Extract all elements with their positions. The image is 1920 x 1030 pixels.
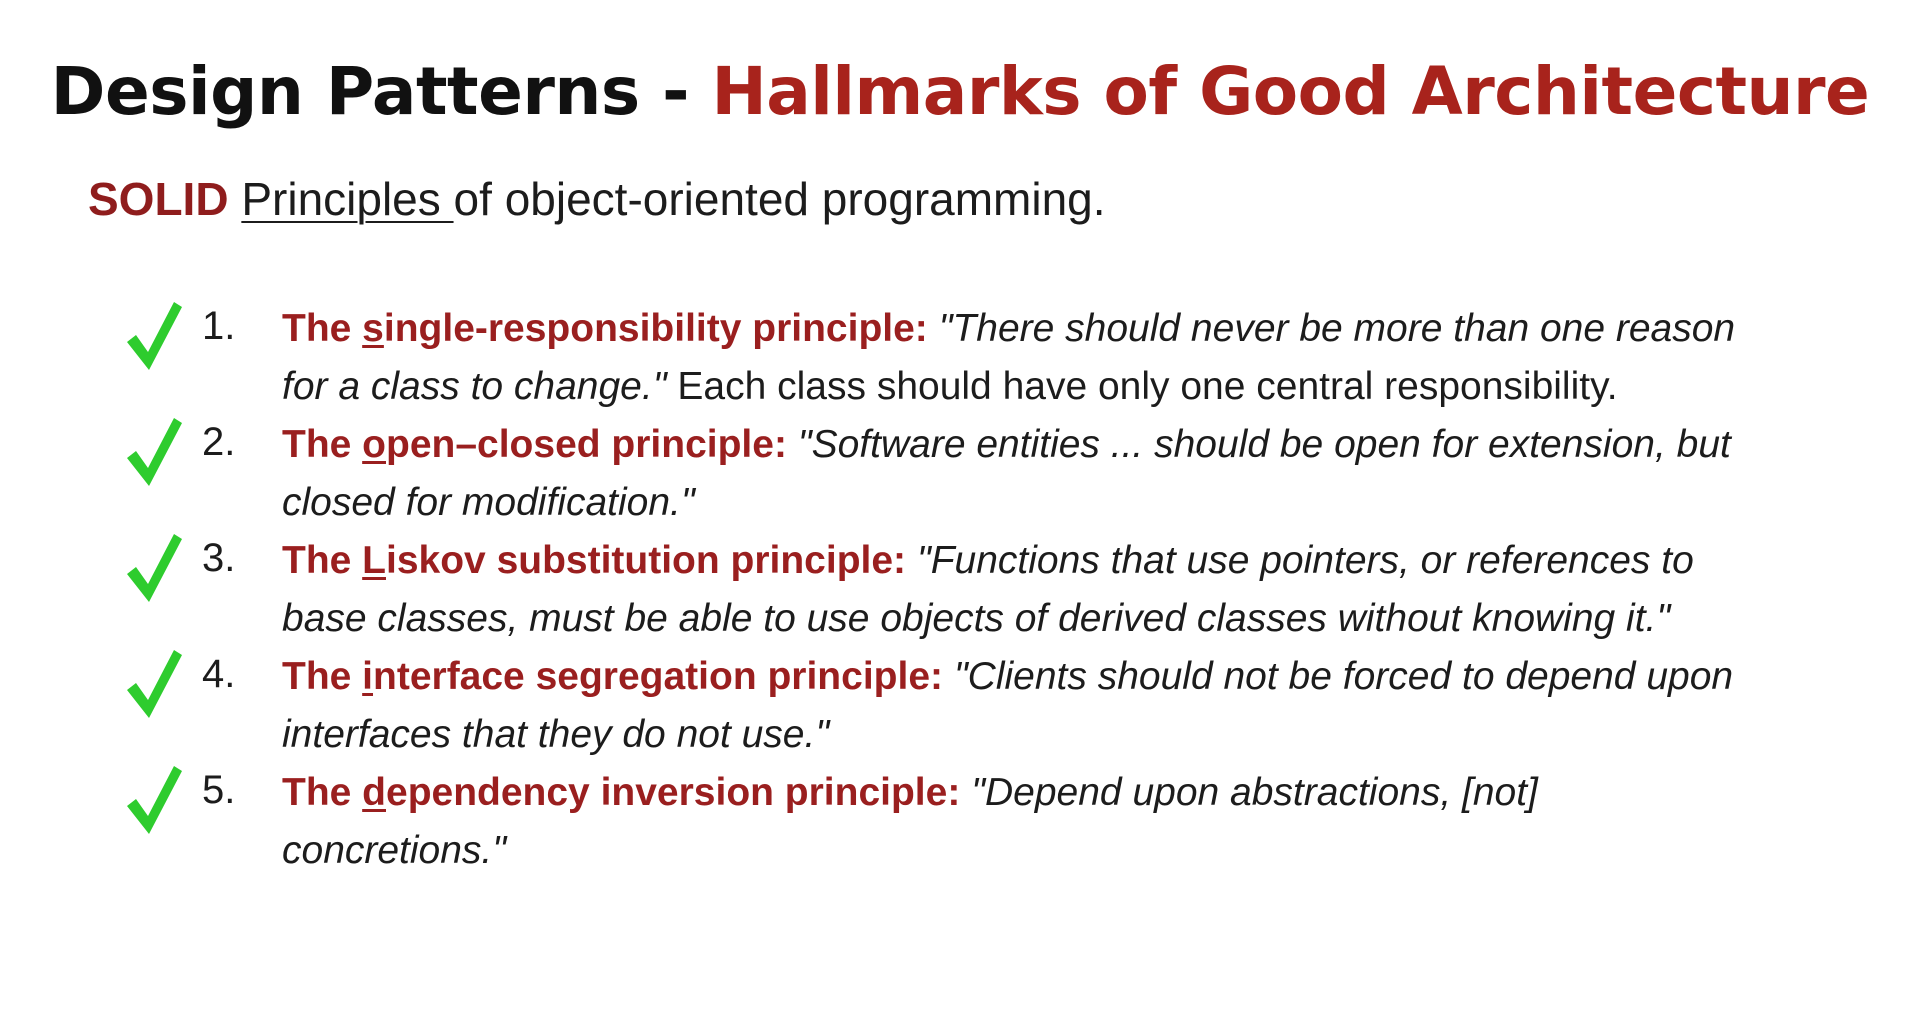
item-number: 1. xyxy=(202,304,236,348)
checkmark-icon xyxy=(127,650,182,718)
principles-list: 1. The single-responsibility principle: … xyxy=(120,298,1820,878)
checkmark-icon xyxy=(127,766,182,834)
item-lead: The interface segregation principle: xyxy=(282,655,943,698)
item-number: 4. xyxy=(202,652,236,696)
item-lead: The Liskov substitution principle: xyxy=(282,539,907,582)
subtitle-solid: SOLID xyxy=(88,173,229,225)
list-item: 4. The interface segregation principle: … xyxy=(120,646,1820,762)
list-item: 5. The dependency inversion principle: "… xyxy=(120,762,1820,878)
item-text: The single-responsibility principle: "Th… xyxy=(282,300,1762,416)
subtitle-rest: of object-oriented programming. xyxy=(453,173,1106,225)
checkmark-icon xyxy=(127,418,182,486)
item-lead: The dependency inversion principle: xyxy=(282,771,961,814)
slide-subtitle: SOLID Principles of object-oriented prog… xyxy=(88,172,1106,226)
slide: Design Patterns - Hallmarks of Good Arch… xyxy=(0,0,1920,1030)
item-number: 5. xyxy=(202,768,236,812)
list-item: 1. The single-responsibility principle: … xyxy=(120,298,1820,414)
item-text: The Liskov substitution principle: "Func… xyxy=(282,532,1762,648)
list-item: 3. The Liskov substitution principle: "F… xyxy=(120,530,1820,646)
item-text: The interface segregation principle: "Cl… xyxy=(282,648,1762,764)
checkmark-icon xyxy=(127,534,182,602)
title-part-2: Hallmarks of Good Architecture xyxy=(711,53,1870,130)
checkmark-icon xyxy=(127,302,182,370)
item-lead: The single-responsibility principle: xyxy=(282,307,928,350)
item-text: The open–closed principle: "Software ent… xyxy=(282,416,1762,532)
item-rest: Each class should have only one central … xyxy=(666,365,1618,408)
title-part-1: Design Patterns - xyxy=(50,53,712,130)
slide-title: Design Patterns - Hallmarks of Good Arch… xyxy=(0,52,1920,131)
list-item: 2. The open–closed principle: "Software … xyxy=(120,414,1820,530)
item-number: 2. xyxy=(202,420,236,464)
item-lead: The open–closed principle: xyxy=(282,423,787,466)
item-number: 3. xyxy=(202,536,236,580)
item-text: The dependency inversion principle: "Dep… xyxy=(282,764,1762,880)
subtitle-principles: Principles xyxy=(241,173,454,225)
